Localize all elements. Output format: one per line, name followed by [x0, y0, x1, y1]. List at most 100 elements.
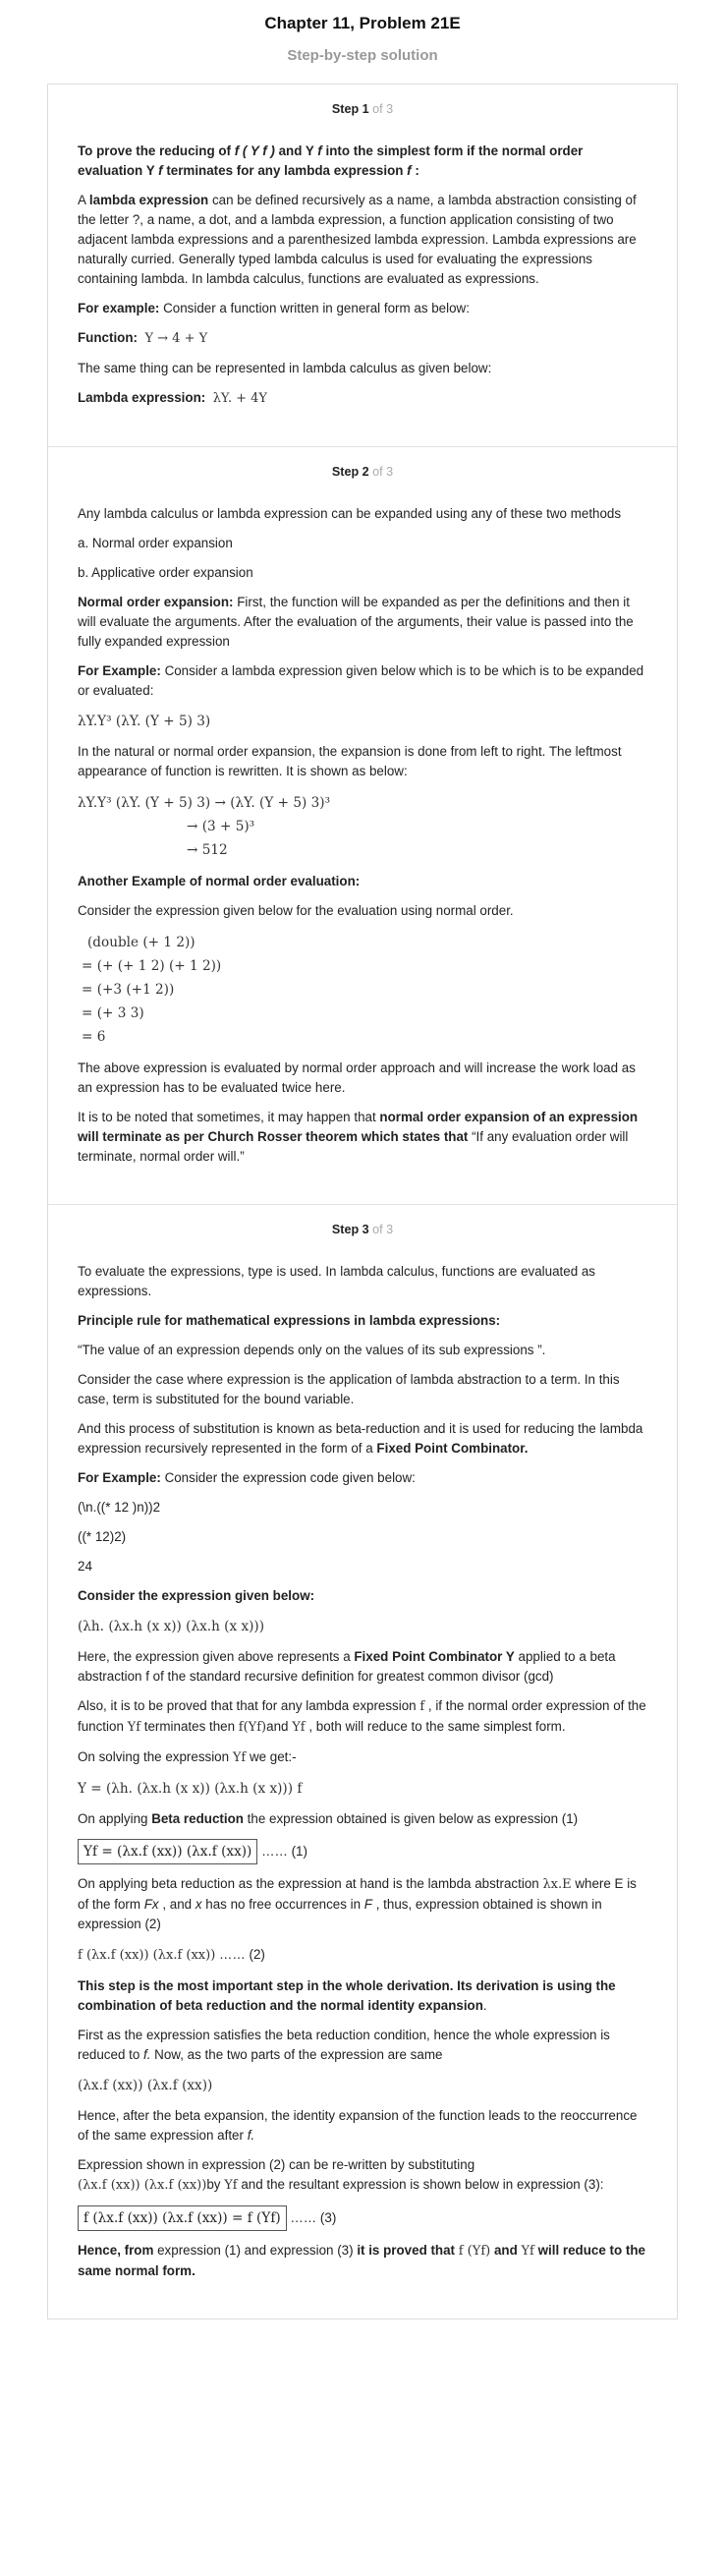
church-rosser-text: It is to be noted that sometimes, it may… — [78, 1108, 647, 1167]
text: and — [266, 1719, 293, 1734]
step-1: Step 1 of 3 To prove the reducing of f (… — [48, 85, 677, 446]
reduction-row-1: λY.Y³ (λY. (Y + 5) 3) → (λY. (Y + 5) 3)³ — [78, 795, 331, 811]
double-evaluation: (double (+ 1 2)) = (+ (+ 1 2) (+ 1 2)) =… — [78, 931, 647, 1049]
text: it is proved that — [357, 2243, 459, 2258]
page: Chapter 11, Problem 21E Step-by-step sol… — [0, 0, 725, 2349]
evaluation-row: = (+3 (+1 2)) — [82, 982, 175, 998]
same-parts-expression: (λx.f (xx)) (λx.f (xx)) — [78, 2078, 213, 2093]
text: terminates then — [140, 1719, 239, 1734]
text: Also, it is to be proved that that for a… — [78, 1698, 420, 1713]
equation-2-expression: f (λx.f (xx)) (λx.f (xx)) — [78, 1948, 216, 1963]
text: we get:- — [246, 1749, 297, 1764]
reduction-chain: λY.Y³ (λY. (Y + 5) 3) → (λY. (Y + 5) 3)³… — [78, 791, 647, 862]
text: On applying — [78, 1811, 152, 1826]
equation-2: f (λx.f (xx)) (λx.f (xx)) …… (2) — [78, 1944, 647, 1967]
equation-1: Yf = (λx.f (xx)) (λx.f (xx)) …… (1) — [78, 1839, 647, 1864]
text: and — [490, 2243, 522, 2258]
function-line: Function: Y → 4 + Y — [78, 328, 647, 349]
step-1-header: Step 1 of 3 — [78, 102, 647, 116]
reduction-row-3: → 512 — [187, 842, 228, 858]
math-inline: Yf — [292, 1720, 306, 1735]
text: Hence, after the beta expansion, the ide… — [78, 2108, 638, 2143]
math-inline: (λx.f (xx)) (λx.f (xx)) — [78, 2178, 207, 2193]
example-intro: For example: Consider a function written… — [78, 299, 647, 318]
text: has no free occurrences in — [201, 1897, 364, 1912]
fixed-point-text: Here, the expression given above represe… — [78, 1647, 647, 1687]
heading-text: To prove the reducing of — [78, 143, 235, 158]
example-label: For example: — [78, 301, 160, 315]
principle-heading: Principle rule for mathematical expressi… — [78, 1313, 501, 1328]
text: F — [363, 1897, 372, 1912]
normal-order-label: Normal order expansion: — [78, 595, 234, 609]
conclusion-text: Hence, from expression (1) and expressio… — [78, 2241, 647, 2281]
math-inline: Yf — [224, 2178, 238, 2193]
step-3-of: of 3 — [368, 1223, 394, 1236]
identity-expansion-text: Hence, after the beta expansion, the ide… — [78, 2106, 647, 2146]
evaluation-row: = (+ (+ 1 2) (+ 1 2)) — [82, 958, 222, 974]
equation-3-tag: …… (3) — [286, 2210, 337, 2225]
math-inline: Yf — [521, 2244, 534, 2259]
evaluation-row: (double (+ 1 2)) — [87, 935, 195, 950]
example-intro: For Example: Consider the expression cod… — [78, 1468, 647, 1488]
lambda-example-expression: λY.Y³ (λY. (Y + 5) 3) — [78, 714, 211, 729]
math-inline: f (Yf) — [458, 2244, 491, 2259]
step-1-of: of 3 — [368, 102, 394, 116]
step-3-label: Step 3 — [331, 1223, 369, 1236]
principle-quote: “The value of an expression depends only… — [78, 1343, 546, 1357]
lambda-label: Lambda expression: — [78, 390, 206, 405]
step-1-label: Step 1 — [331, 102, 369, 116]
same-thing-text: The same thing can be represented in lam… — [78, 361, 492, 375]
text: Expression shown in expression (2) can b… — [78, 2157, 475, 2172]
text: , both will reduce to the same simplest … — [305, 1719, 566, 1734]
important-step-text: This step is the most important step in … — [78, 1976, 647, 2016]
equation-3: f (λx.f (xx)) (λx.f (xx)) = f (Yf) …… (3… — [78, 2205, 647, 2231]
beta-reduction-text: And this process of substitution is know… — [78, 1419, 647, 1459]
lambda-abstraction-text: On applying beta reduction as the expres… — [78, 1874, 647, 1934]
solution-panel: Step 1 of 3 To prove the reducing of f (… — [47, 84, 678, 2319]
text: f. — [247, 2128, 255, 2143]
heading-text: terminates for any lambda expression — [162, 163, 408, 178]
text: Now, as the two parts of the expression … — [150, 2047, 443, 2062]
substitution-text: Consider the case where expression is th… — [78, 1372, 620, 1406]
text: x — [195, 1897, 202, 1912]
solution-subtitle: Step-by-step solution — [287, 47, 438, 64]
step-2-header: Step 2 of 3 — [78, 465, 647, 479]
code-line: ((* 12)2) — [78, 1529, 127, 1544]
text: On applying beta reduction as the expres… — [78, 1876, 543, 1891]
text: This step is the most important step in … — [78, 1978, 616, 2013]
step-3-header: Step 3 of 3 — [78, 1223, 647, 1236]
text: It is to be noted that sometimes, it may… — [78, 1110, 380, 1124]
workload-text: The above expression is evaluated by nor… — [78, 1060, 636, 1095]
code-line: 24 — [78, 1559, 92, 1574]
text: Consider a function written in general f… — [159, 301, 470, 315]
example-intro: For Example: Consider a lambda expressio… — [78, 661, 647, 701]
consider-heading: Consider the expression given below: — [78, 1588, 315, 1603]
text: Beta reduction — [151, 1811, 244, 1826]
function-expression: Y → 4 + Y — [144, 331, 208, 346]
prove-text: Also, it is to be proved that that for a… — [78, 1696, 647, 1738]
beta-applying-text: On applying Beta reduction the expressio… — [78, 1809, 647, 1829]
text: Hence, from — [78, 2243, 154, 2258]
text: expression (1) and expression (3) — [153, 2243, 358, 2258]
math-inline: λx.E — [542, 1877, 572, 1892]
text: Fx — [143, 1897, 159, 1912]
y-equation: Y = (λh. (λx.h (x x)) (λx.h (x x))) f — [78, 1781, 303, 1797]
heading-text: and Y — [274, 143, 318, 158]
text: by — [206, 2177, 225, 2192]
text: Fixed Point Combinator. — [376, 1441, 529, 1456]
term-lambda-expression: lambda expression — [88, 193, 209, 207]
step-2-label: Step 2 — [331, 465, 369, 479]
example-label: For Example: — [78, 663, 161, 678]
heading-text: f ( Y f ) — [234, 143, 275, 158]
code-line: (\n.((* 12 )n))2 — [78, 1500, 161, 1515]
evaluation-row: = (+ 3 3) — [82, 1005, 144, 1021]
text: Here, the expression given above represe… — [78, 1649, 355, 1664]
step-1-heading: To prove the reducing of f ( Y f ) and Y… — [78, 142, 647, 181]
math-inline: f(Yf) — [238, 1720, 267, 1735]
text: and the resultant expression is shown be… — [237, 2177, 604, 2192]
step-3: Step 3 of 3 To evaluate the expressions,… — [48, 1204, 677, 2318]
text: A — [78, 193, 89, 207]
example-label: For Example: — [78, 1470, 161, 1485]
text: , and — [158, 1897, 195, 1912]
expansion-methods-text: Any lambda calculus or lambda expression… — [78, 506, 622, 521]
